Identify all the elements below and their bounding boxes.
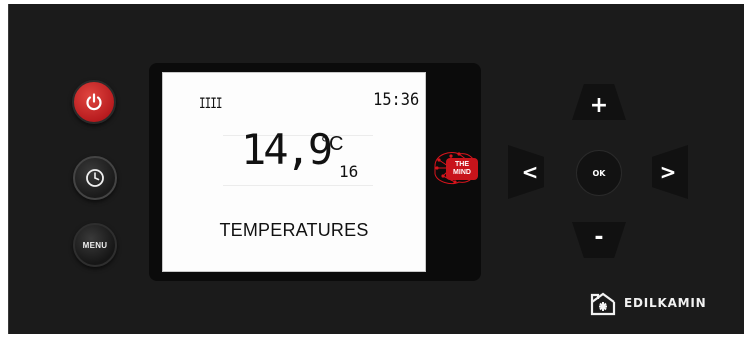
minus-label: - (594, 224, 604, 250)
the-mind-line2: MIND (453, 169, 471, 176)
edilkamin-house-icon (590, 292, 616, 316)
brand-name: EDILKAMIN (624, 296, 707, 310)
temperature-value: 14,9 (241, 125, 333, 174)
clock-icon (86, 169, 104, 187)
clock-time: 15:36 (372, 90, 419, 110)
menu-button[interactable]: MENU (73, 223, 117, 267)
menu-title: TEMPERATURES (219, 220, 369, 240)
lcd-segment-ghost (223, 185, 373, 186)
edilkamin-logo: EDILKAMIN (590, 288, 707, 318)
the-mind-line1: THE (455, 161, 469, 168)
power-button[interactable] (72, 80, 116, 124)
the-mind-badge: THE MIND (446, 158, 478, 180)
plus-label: + (589, 92, 609, 118)
left-label: < (521, 160, 539, 184)
temperature-unit: °C (321, 133, 344, 155)
the-mind-logo: THE MIND (429, 146, 481, 188)
ok-button[interactable]: OK (576, 150, 622, 196)
menu-button-label: MENU (82, 240, 108, 250)
secondary-value: 16 (339, 162, 359, 181)
right-label: > (659, 160, 677, 184)
ok-label: OK (592, 168, 606, 178)
signal-indicator: IIII (199, 95, 222, 112)
clock-button[interactable] (73, 156, 117, 200)
lcd-display: IIII 15:36 14,9 °C 16 TEMPERATURES (162, 72, 426, 272)
power-icon (86, 93, 102, 111)
